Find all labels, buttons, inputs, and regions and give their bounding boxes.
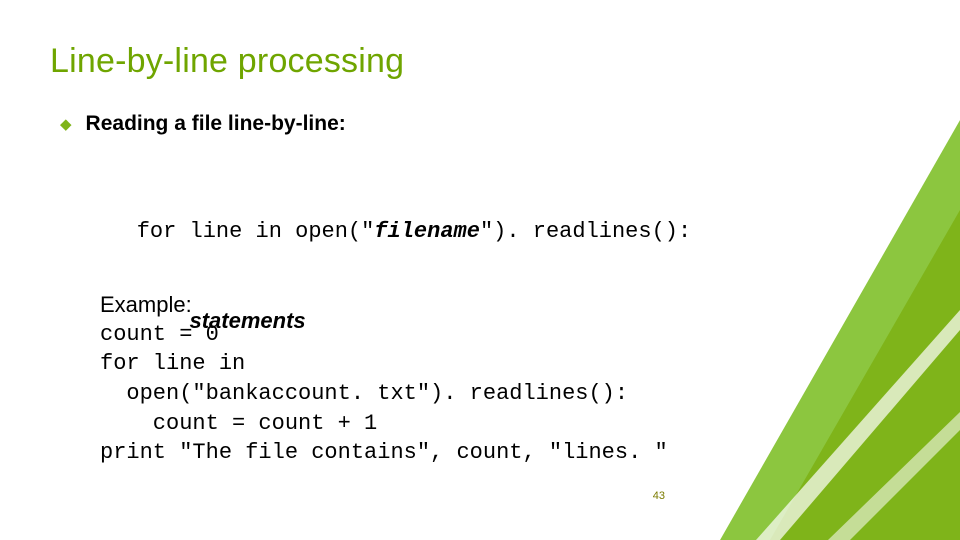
syntax-line-1: for line in open("filename"). readlines(… [100,185,704,276]
example-line-1: count = 0 [100,320,668,350]
syntax-filename: filename [374,219,480,244]
corner-decoration [660,0,960,540]
example-line-3: open("bankaccount. txt"). readlines(): [100,379,668,409]
slide: Line-by-line processing ◆ Reading a file… [0,0,960,540]
bullet-icon: ◆ [60,117,72,132]
bullet-item: ◆ Reading a file line-by-line: [60,112,346,136]
syntax-post: "). readlines(): [480,219,704,244]
syntax-pre: for line in open(" [137,219,375,244]
example-label: Example: [100,290,668,320]
page-number: 43 [653,490,665,502]
example-line-2: for line in [100,349,668,379]
example-line-5: print "The file contains", count, "lines… [100,438,668,468]
bullet-text: Reading a file line-by-line: [86,112,346,136]
slide-title: Line-by-line processing [50,42,404,81]
example-block: Example: count = 0 for line in open("ban… [100,290,668,468]
example-line-4: count = count + 1 [100,409,668,439]
